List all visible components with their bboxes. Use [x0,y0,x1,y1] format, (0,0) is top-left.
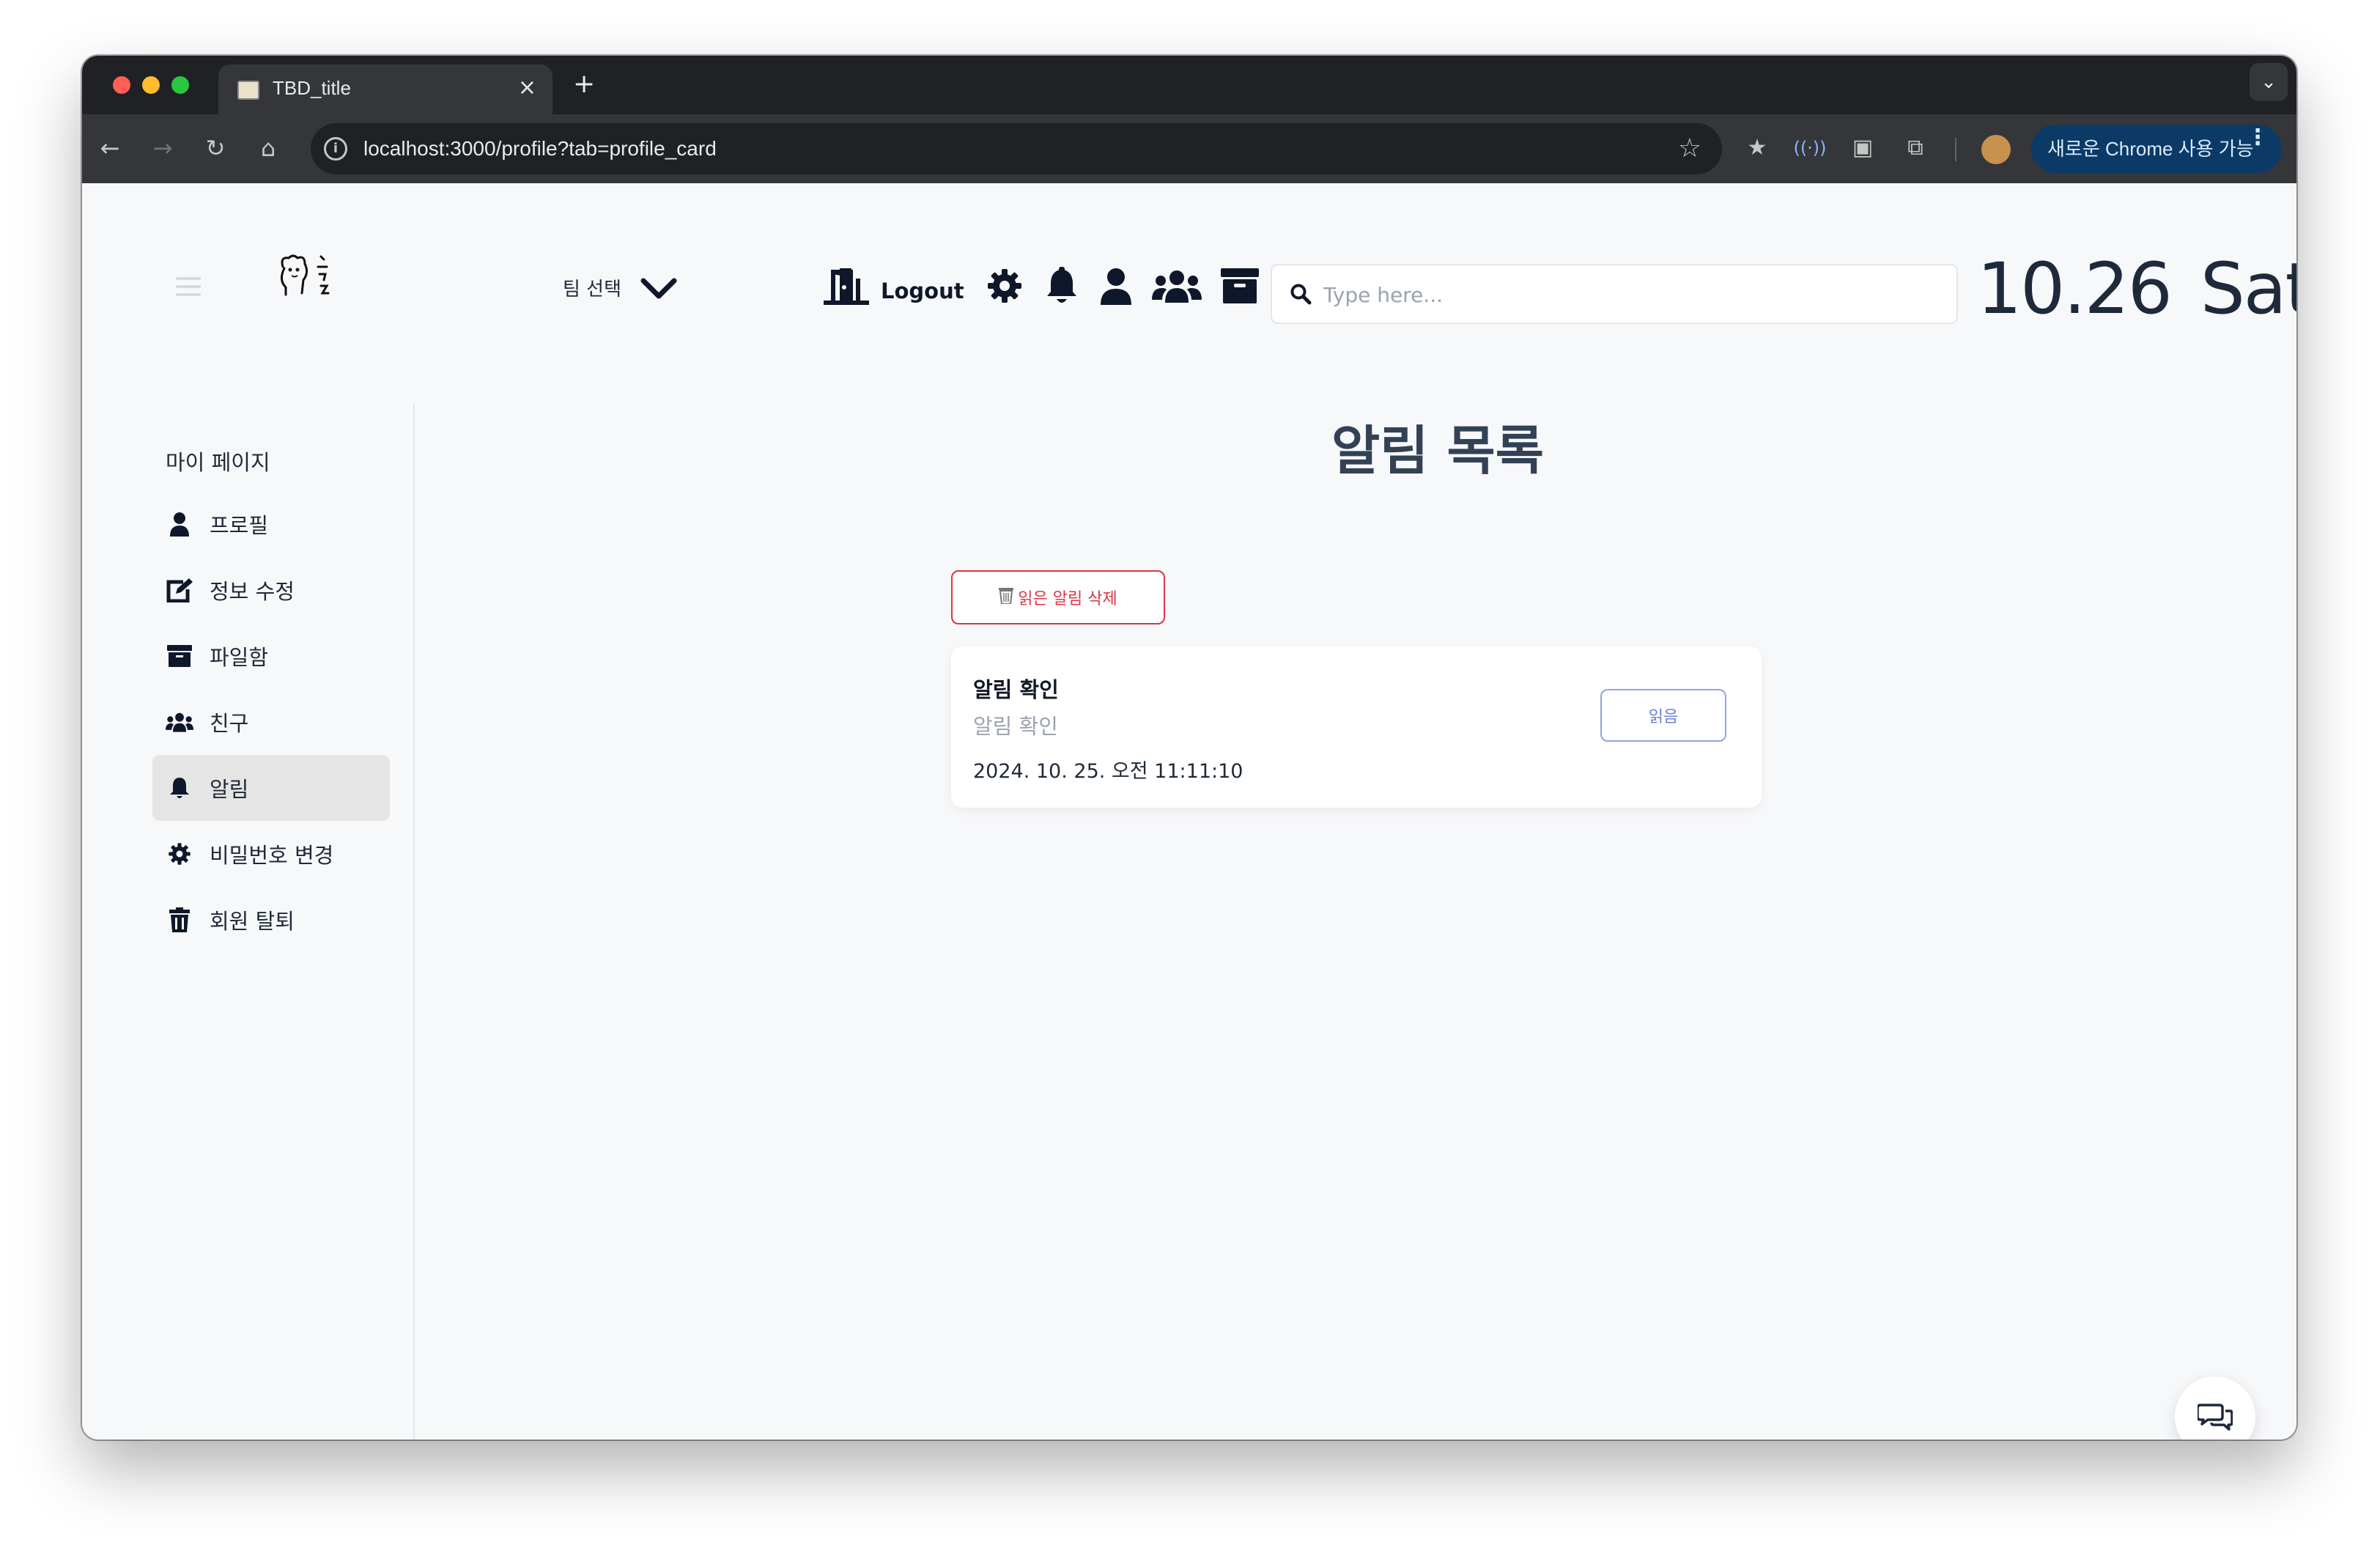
tab-title: TBD_title [273,77,351,99]
date-weekday: Sat [2200,248,2296,330]
notification-title: 알림 확인 [973,677,1059,702]
archive-box-icon[interactable] [1220,268,1259,303]
sidebar-item-label: 파일함 [210,645,269,670]
sidebar-item-label: 회원 탈퇴 [210,909,295,934]
delete-read-label: 읽은 알림 삭제 [1018,590,1117,608]
users-icon [166,711,193,733]
users-group-icon[interactable] [1151,268,1202,304]
page-title: 알림 목록 [1331,420,1545,482]
browser-toolbar: ← → ↻ ⌂ i localhost:3000/profile?tab=pro… [82,114,2296,183]
archive-icon [166,645,193,667]
url-text[interactable]: localhost:3000/profile?tab=profile_card [363,137,717,161]
chat-button[interactable] [2175,1376,2255,1440]
site-info-icon[interactable]: i [324,137,347,161]
toolbar-divider [1955,138,1956,161]
sidebar-title: 마이 페이지 [166,450,270,475]
date-display: 10.26 Sat [1977,248,2296,330]
notification-timestamp: 2024. 10. 25. 오전 11:11:10 [973,760,1243,783]
delete-read-notifications-button[interactable]: 읽은 알림 삭제 [951,570,1165,624]
date-day: 10.26 [1977,248,2173,330]
sidebar-item-edit-info[interactable]: 정보 수정 [152,557,390,623]
sidebar-item-notifications[interactable]: 알림 [152,755,390,821]
screenshot-icon[interactable]: ▣ [1845,130,1880,166]
team-select-label: 팀 선택 [563,279,622,301]
chat-bubbles-icon [2198,1404,2233,1431]
forward-icon[interactable]: → [145,130,180,166]
bell-icon [166,776,193,800]
app-page: 팀 선택 Logout Type here... 10.26 Sa 마이 페이지… [82,183,2296,1440]
trash-icon [999,586,1014,608]
home-icon[interactable]: ⌂ [251,130,286,166]
maximize-window-button[interactable] [171,76,189,94]
gear-icon [166,842,193,866]
tab-search-button[interactable]: ⌄ [2250,63,2288,101]
sidebar-item-label: 프로필 [210,513,269,538]
back-icon[interactable]: ← [92,130,128,166]
app-logo[interactable] [276,251,337,303]
header-actions: Logout [821,265,1259,306]
sidebar-item-label: 알림 [210,777,249,802]
chrome-update-button[interactable]: 새로운 Chrome 사용 가능 ⋮ [2031,125,2282,173]
tab-close-icon[interactable]: × [518,75,536,100]
edit-icon [166,578,193,602]
sidebar-item-files[interactable]: 파일함 [152,623,390,689]
sidebar-item-profile[interactable]: 프로필 [152,491,390,557]
search-box[interactable] [1271,264,1958,324]
sidebar-item-label: 정보 수정 [210,579,295,604]
search-icon [1290,284,1312,305]
sidebar-item-label: 비밀번호 변경 [210,843,334,868]
profile-avatar[interactable] [1981,135,2011,164]
bookmark-star-icon[interactable]: ☆ [1678,133,1701,163]
notification-body: 알림 확인 [973,714,1058,739]
cast-icon[interactable]: ((·)) [1792,130,1828,166]
close-window-button[interactable] [113,76,130,94]
new-tab-button[interactable]: + [573,69,595,99]
settings-gear-icon[interactable] [986,268,1023,304]
browser-window: TBD_title × + ⌄ ← → ↻ ⌂ i localhost:3000… [82,56,2296,1440]
chevron-down-icon [640,278,677,298]
notification-card: 알림 확인 알림 확인 2024. 10. 25. 오전 11:11:10 읽음 [951,646,1762,808]
chrome-update-label: 새로운 Chrome 사용 가능 [2047,138,2254,160]
chrome-menu-icon[interactable]: ⋮ [2247,125,2269,150]
mark-read-button[interactable]: 읽음 [1600,689,1726,742]
hamburger-menu-icon[interactable] [176,277,201,301]
user-icon [166,512,193,537]
extensions-icon[interactable]: ⧉ [1898,130,1933,166]
tab-strip: TBD_title × + ⌄ [82,56,2296,114]
door-exit-icon [824,268,869,305]
bookmarks-icon[interactable]: ★ [1740,130,1775,166]
favicon-icon [237,81,259,100]
browser-tab[interactable]: TBD_title × [218,64,552,114]
search-input[interactable] [1323,279,1939,311]
minimize-window-button[interactable] [142,76,160,94]
trash-icon [166,907,193,932]
team-select-dropdown[interactable]: 팀 선택 [563,274,677,301]
reload-icon[interactable]: ↻ [198,130,233,166]
address-bar[interactable]: i localhost:3000/profile?tab=profile_car… [311,123,1722,174]
logout-button[interactable]: Logout [821,265,986,306]
sidebar-item-friends[interactable]: 친구 [152,689,390,755]
bell-icon[interactable] [1045,267,1079,305]
sidebar-item-label: 친구 [210,711,249,736]
user-icon[interactable] [1099,267,1133,305]
sidebar-item-change-password[interactable]: 비밀번호 변경 [152,821,390,887]
sidebar: 마이 페이지 프로필 정보 수정 파일함 친구 알림 비밀번호 변경 회원 탈퇴 [82,403,415,1440]
logout-label: Logout [881,279,964,303]
sidebar-item-withdraw[interactable]: 회원 탈퇴 [152,887,390,953]
